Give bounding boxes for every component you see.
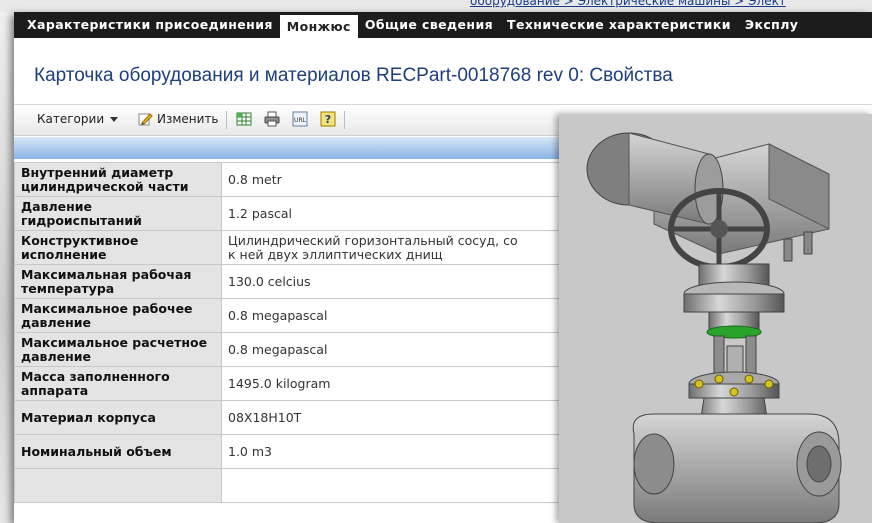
property-name: Максимальное расчетное давление xyxy=(14,332,222,367)
svg-text:?: ? xyxy=(325,113,331,126)
spreadsheet-icon[interactable] xyxy=(236,111,252,127)
property-name: Давление гидроиспытаний xyxy=(14,196,222,231)
equipment-3d-image xyxy=(559,114,872,523)
tab-monjus[interactable]: Монжюс xyxy=(279,15,358,38)
page-title: Карточка оборудования и материалов RECPa… xyxy=(34,65,673,86)
background-breadcrumb[interactable]: оборудование > Электрические машины > Эл… xyxy=(470,0,786,8)
categories-label: Категори xyxy=(37,112,97,126)
tab-operation[interactable]: Эксплу xyxy=(738,12,805,38)
property-name: Максимальное рабочее давление xyxy=(14,298,222,333)
tab-technical-characteristics[interactable]: Технические характеристики xyxy=(500,12,738,38)
help-icon[interactable]: ? xyxy=(320,111,336,127)
categories-button[interactable]: Категории xyxy=(37,112,118,126)
property-name: Конструктивное исполнение xyxy=(14,230,222,265)
valve-3d-model-illustration xyxy=(559,114,872,523)
property-name: Номинальный объем xyxy=(14,434,222,469)
tab-connection-characteristics[interactable]: Характеристики присоединения xyxy=(20,12,280,38)
edit-button[interactable]: Изменить xyxy=(157,112,219,126)
background-window: оборудование > Электрические машины > Эл… xyxy=(0,0,872,12)
tab-bar: Характеристики присоединения Монжюс Общи… xyxy=(14,12,872,38)
properties-window: Характеристики присоединения Монжюс Общи… xyxy=(14,12,872,523)
property-name: Максимальная рабочая температура xyxy=(14,264,222,299)
property-name: Внутренний диаметр цилиндрической части xyxy=(14,162,222,197)
categories-label-suffix: и xyxy=(96,112,105,126)
desktop-background xyxy=(0,0,14,523)
property-name: Материал корпуса xyxy=(14,400,222,435)
svg-text:URL: URL xyxy=(294,117,307,124)
property-name xyxy=(14,468,222,503)
property-name: Масса заполненного аппарата xyxy=(14,366,222,401)
print-icon[interactable] xyxy=(264,111,280,127)
chevron-down-icon xyxy=(109,116,118,122)
toolbar-separator xyxy=(226,111,227,129)
toolbar-separator xyxy=(344,111,345,129)
tab-general-info[interactable]: Общие сведения xyxy=(358,12,500,38)
url-icon[interactable]: URL xyxy=(292,111,308,127)
edit-pencil-icon[interactable] xyxy=(137,111,153,127)
